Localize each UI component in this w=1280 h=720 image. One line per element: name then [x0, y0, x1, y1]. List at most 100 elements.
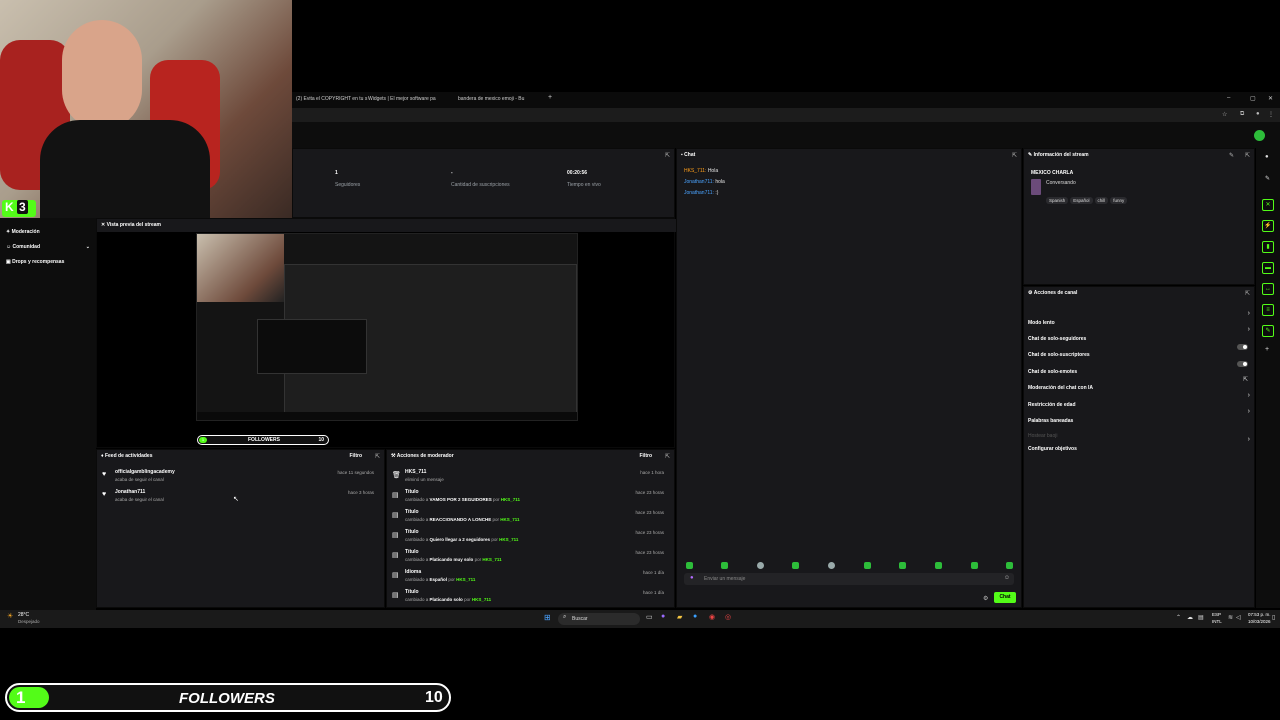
action-banned-words[interactable]: Palabras baneadas › [1028, 408, 1252, 424]
tool-expand-icon[interactable]: ↔ [1262, 283, 1274, 295]
popout-icon[interactable]: ⇱ [1245, 152, 1250, 159]
pencil-icon[interactable]: ✎ [1265, 175, 1270, 182]
tool-close-icon[interactable]: ✕ [1262, 199, 1274, 211]
action-ai-moderation[interactable]: Moderación del chat con IA ⇱ [1028, 376, 1252, 391]
maximize-button[interactable]: ▢ [1250, 95, 1256, 102]
wifi-icon[interactable]: ≋ [1228, 614, 1233, 621]
tag[interactable]: Español [1070, 197, 1093, 204]
action-goals[interactable]: Configurar objetivos › [1028, 436, 1252, 452]
smiley-icon[interactable]: ☺ [1004, 575, 1010, 581]
chat-username[interactable]: HKS_711: [684, 168, 706, 174]
edge-icon[interactable]: ● [693, 613, 697, 620]
chevron-up-icon[interactable]: ⌃ [1176, 614, 1181, 621]
activity-user[interactable]: Jonathan711 [115, 489, 145, 495]
record-icon[interactable]: ● [1265, 154, 1269, 160]
star-icon[interactable]: ☆ [1222, 111, 1227, 118]
toggle-switch[interactable] [1237, 361, 1248, 367]
preview-video[interactable] [196, 233, 578, 421]
toggle-switch[interactable] [1237, 344, 1248, 350]
tool-wrench-icon[interactable]: ✎ [1262, 325, 1274, 337]
emote-icon[interactable] [721, 562, 728, 569]
profile-icon[interactable]: ● [1256, 111, 1260, 117]
emote-icon[interactable] [1006, 562, 1013, 569]
popout-icon[interactable]: ⇱ [1245, 290, 1250, 297]
chat-input[interactable]: ● Enviar un mensaje ☺ [684, 573, 1014, 585]
action-subs-only[interactable]: Chat de solo-suscriptores [1028, 343, 1252, 358]
chrome-icon[interactable]: ◉ [709, 613, 715, 621]
mod-action-pre: cambiado a [405, 497, 429, 502]
emote-icon[interactable] [971, 562, 978, 569]
emote-icon[interactable] [686, 562, 693, 569]
menu-icon[interactable]: ⋮ [1268, 111, 1274, 118]
browser-tab[interactable]: Widgets | El mejor software pa [368, 96, 436, 102]
preview-header [97, 219, 676, 232]
minimize-button[interactable]: – [1227, 95, 1230, 101]
obs-icon[interactable]: ◎ [725, 613, 731, 621]
emote-icon[interactable] [899, 562, 906, 569]
mod-action-user[interactable]: HKS_711 [500, 517, 519, 522]
chat-send-button[interactable]: Chat [994, 592, 1016, 603]
emote-icon[interactable] [864, 562, 871, 569]
popout-icon[interactable]: ⇱ [1012, 152, 1017, 159]
volume-icon[interactable]: ◁ [1236, 614, 1241, 621]
app-icon[interactable]: ● [661, 613, 665, 620]
action-age-restriction[interactable]: Restricción de edad › [1028, 392, 1252, 408]
avatar[interactable] [1254, 130, 1265, 141]
browser-tab[interactable]: bandera de mexico emoji - Bu [458, 96, 524, 102]
search-placeholder: Buscar [572, 616, 588, 622]
browser-tab[interactable]: (2) Evita el COPYRIGHT en tu s [296, 96, 367, 102]
tool-bolt-icon[interactable]: ⚡ [1262, 220, 1274, 232]
taskbar-search[interactable]: ⌕ Buscar [558, 613, 640, 625]
popout-icon[interactable]: ⇱ [665, 453, 670, 460]
popout-icon[interactable]: ⇱ [665, 152, 670, 159]
tag[interactable]: Spanish [1046, 197, 1069, 204]
folder-icon[interactable]: ▰ [677, 613, 682, 621]
followers-goal-overlay: 1 FOLLOWERS 10 [5, 683, 451, 712]
mod-action-user[interactable]: HKS_711 [501, 497, 520, 502]
clock-time[interactable]: 07:53 p. m. [1248, 612, 1271, 617]
add-tool-icon[interactable]: + [1265, 346, 1269, 353]
sidebar-item-drops[interactable]: ▣ Drops y recompensas [6, 259, 64, 265]
emote-icon[interactable]: ● [690, 575, 694, 581]
chat-text: hola [715, 179, 725, 185]
mod-action-user[interactable]: HKS_711 [456, 577, 475, 582]
new-tab-button[interactable]: + [548, 94, 552, 101]
edit-icon[interactable]: ✎ [1229, 152, 1234, 159]
activity-user[interactable]: officialgamblingacademy [115, 469, 175, 475]
weather-icon[interactable]: ☀ [7, 612, 13, 620]
task-view-icon[interactable]: ▭ [646, 613, 653, 621]
close-icon[interactable]: ✕ [101, 222, 105, 228]
emote-icon[interactable] [757, 562, 764, 569]
mod-action-user[interactable]: HKS_711 [472, 597, 491, 602]
tag[interactable]: chill [1094, 197, 1109, 204]
mod-action-user[interactable]: HKS_711 [482, 557, 501, 562]
filter-button[interactable]: Filtro [640, 453, 653, 459]
popout-icon[interactable]: ⇱ [375, 453, 380, 460]
chat-username[interactable]: Jonathan711: [684, 190, 714, 196]
cloud-icon[interactable]: ☁ [1187, 614, 1193, 621]
sidebar-item-community[interactable]: ☺ Comunidad ⌄ [6, 244, 90, 250]
notification-icon[interactable]: ▯ [1272, 614, 1275, 621]
address-bar[interactable]: ☆ ⧉ ● ⋮ [292, 108, 1280, 122]
windows-start-icon[interactable]: ⊞ [544, 613, 551, 622]
action-emotes-only[interactable]: Chat de solo-emotes [1028, 360, 1252, 375]
emote-icon[interactable] [828, 562, 835, 569]
extensions-icon[interactable]: ⧉ [1240, 111, 1244, 118]
emote-icon[interactable] [792, 562, 799, 569]
action-slow-mode[interactable]: Modo lento › [1028, 310, 1252, 326]
mod-action-user[interactable]: HKS_711 [499, 537, 518, 542]
emote-icon[interactable] [935, 562, 942, 569]
tool-book-icon[interactable]: ▮ [1262, 241, 1274, 253]
close-button[interactable]: ✕ [1268, 95, 1273, 102]
filter-button[interactable]: Filtro [350, 453, 363, 459]
action-followers-only[interactable]: Chat de solo-seguidores › [1028, 326, 1252, 342]
language-indicator[interactable]: ESP [1212, 612, 1221, 617]
tool-layers-icon[interactable]: ≡ [1262, 304, 1274, 316]
sidebar-item-moderation[interactable]: ✦ Moderación [6, 229, 40, 235]
tag[interactable]: funny [1110, 197, 1128, 204]
settings-icon[interactable]: ⚙ [983, 595, 988, 602]
tool-chat-icon[interactable]: ▬ [1262, 262, 1274, 274]
onedrive-icon[interactable]: ▤ [1198, 614, 1204, 621]
stream-category[interactable]: Conversando [1046, 180, 1076, 186]
chat-username[interactable]: Jonathan711: [684, 179, 714, 185]
